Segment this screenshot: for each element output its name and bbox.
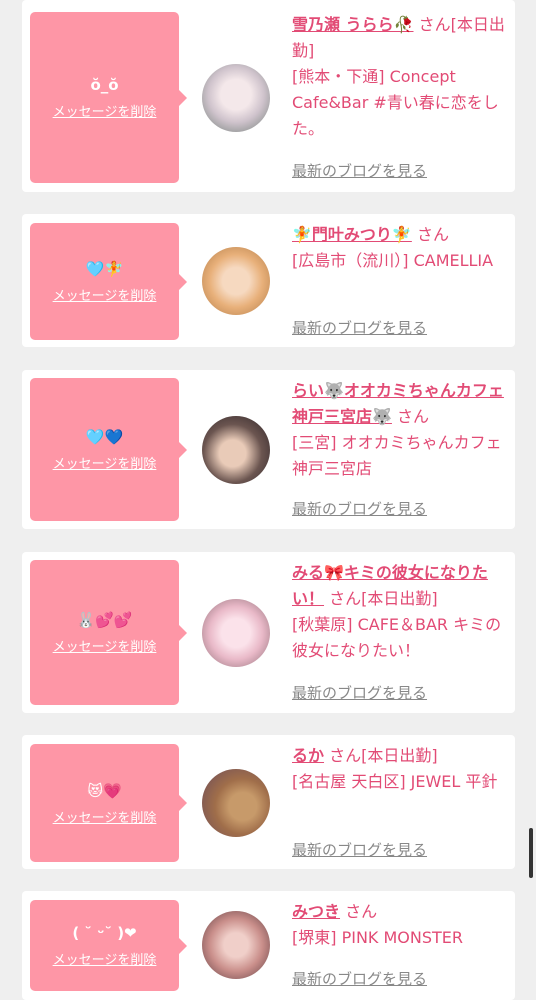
message-bubble: 😻💗 メッセージを削除 [30,744,187,862]
profile-info: みつき さん [堺東] PINK MONSTER [292,899,506,951]
message-text: 😻💗 [87,781,122,800]
profile-name-link[interactable]: るか [292,746,324,765]
delete-message-link[interactable]: メッセージを削除 [53,285,157,304]
profile-name-link[interactable]: 🧚門叶みつり🧚 [292,225,412,244]
message-bubble: 🐰💕💕 メッセージを削除 [30,560,187,705]
message-bubble: 🩵🧚 メッセージを削除 [30,223,187,340]
latest-blog-link[interactable]: 最新のブログを見る [292,839,427,860]
scrollbar[interactable] [529,828,533,878]
message-text: 🩵💙 [85,428,124,446]
status-badge: [本日出勤] [361,746,438,765]
avatar[interactable] [202,599,270,667]
profile-info: みる🎀キミの彼女になりたい！ さん[本日出勤] [秋葉原] CAFE＆BAR キ… [292,560,506,664]
san-label: さん [418,15,451,34]
shop-info: [三宮] オオカミちゃんカフェ神戸三宮店 [292,433,502,478]
status-badge: [本日出勤] [361,589,438,608]
name-line: みつき さん [292,899,506,925]
san-label: さん [329,746,362,765]
latest-blog-link[interactable]: 最新のブログを見る [292,317,427,338]
latest-blog-link[interactable]: 最新のブログを見る [292,160,427,181]
delete-message-link[interactable]: メッセージを削除 [53,101,157,120]
shop-info: [秋葉原] CAFE＆BAR キミの彼女になりたい！ [292,615,502,660]
latest-blog-link[interactable]: 最新のブログを見る [292,682,427,703]
name-line: 🧚門叶みつり🧚 さん [292,222,506,248]
message-bubble: ŏ_ŏ メッセージを削除 [30,12,187,183]
profile-info: らい🐺オオカミちゃんカフェ神戸三宮店🐺 さん [三宮] オオカミちゃんカフェ神戸… [292,378,506,482]
message-bubble: ( ˘ ᵕ˘ )❤︎ メッセージを削除 [30,900,187,991]
message-text: ŏ_ŏ [90,76,119,94]
profile-info: 🧚門叶みつり🧚 さん [広島市（流川）] CAMELLIA [292,222,506,274]
avatar[interactable] [202,769,270,837]
list-item: 😻💗 メッセージを削除 るか さん[本日出勤] [名古屋 天白区] JEWEL … [22,735,515,869]
avatar[interactable] [202,911,270,979]
profile-info: るか さん[本日出勤] [名古屋 天白区] JEWEL 平針 [292,743,506,795]
list-item: 🐰💕💕 メッセージを削除 みる🎀キミの彼女になりたい！ さん[本日出勤] [秋葉… [22,552,515,713]
delete-message-link[interactable]: メッセージを削除 [53,949,157,968]
avatar[interactable] [202,64,270,132]
avatar[interactable] [202,247,270,315]
list-item: 🩵💙 メッセージを削除 らい🐺オオカミちゃんカフェ神戸三宮店🐺 さん [三宮] … [22,370,515,529]
name-line: らい🐺オオカミちゃんカフェ神戸三宮店🐺 さん [292,378,506,430]
profile-name-link[interactable]: 雪乃瀬 うらら🥀 [292,15,414,34]
san-label: さん [329,589,362,608]
list-item: ( ˘ ᵕ˘ )❤︎ メッセージを削除 みつき さん [堺東] PINK MON… [22,891,515,1000]
avatar[interactable] [202,416,270,484]
delete-message-link[interactable]: メッセージを削除 [53,453,157,472]
san-label: さん [416,225,449,244]
message-text: 🩵🧚 [85,260,124,278]
message-bubble: 🩵💙 メッセージを削除 [30,378,187,521]
delete-message-link[interactable]: メッセージを削除 [53,636,157,655]
san-label: さん [345,902,378,921]
shop-info: [広島市（流川）] CAMELLIA [292,251,494,270]
list-item: 🩵🧚 メッセージを削除 🧚門叶みつり🧚 さん [広島市（流川）] CAMELLI… [22,214,515,347]
san-label: さん [397,407,430,426]
profile-name-link[interactable]: みつき [292,902,340,921]
name-line: 雪乃瀬 うらら🥀 さん[本日出勤] [292,12,506,64]
message-text: ( ˘ ᵕ˘ )❤︎ [72,924,137,942]
list-item: ŏ_ŏ メッセージを削除 雪乃瀬 うらら🥀 さん[本日出勤] [熊本・下通] C… [22,0,515,192]
shop-info: [名古屋 天白区] JEWEL 平針 [292,772,498,791]
shop-info: [堺東] PINK MONSTER [292,928,464,947]
name-line: みる🎀キミの彼女になりたい！ さん[本日出勤] [292,560,506,612]
name-line: るか さん[本日出勤] [292,743,506,769]
delete-message-link[interactable]: メッセージを削除 [53,807,157,826]
profile-info: 雪乃瀬 うらら🥀 さん[本日出勤] [熊本・下通] Concept Cafe&B… [292,12,506,142]
latest-blog-link[interactable]: 最新のブログを見る [292,498,427,519]
shop-info: [熊本・下通] Concept Cafe&Bar #青い春に恋をした。 [292,67,499,138]
latest-blog-link[interactable]: 最新のブログを見る [292,968,427,989]
message-text: 🐰💕💕 [76,611,133,629]
